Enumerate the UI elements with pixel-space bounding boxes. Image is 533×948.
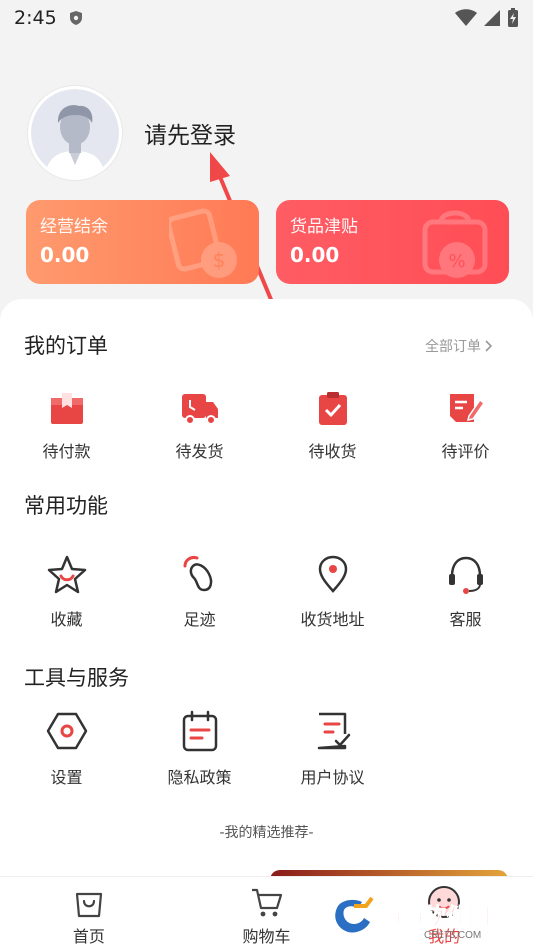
order-pending-receipt[interactable]: 待收货 — [266, 390, 399, 462]
function-label: 收藏 — [50, 610, 83, 629]
location-pin-icon — [318, 555, 347, 593]
balance-cards: 经营结余 0.00 $ 货品津贴 0.00 % — [26, 200, 509, 284]
tab-label: 购物车 — [242, 927, 291, 946]
chevron-right-icon — [485, 340, 493, 352]
shield-icon — [69, 11, 82, 25]
signal-icon — [484, 10, 500, 26]
shipping-address-item[interactable]: 收货地址 — [266, 554, 399, 630]
operating-balance-card[interactable]: 经营结余 0.00 $ — [26, 200, 259, 284]
calendar-doc-icon — [182, 710, 217, 752]
privacy-policy-item[interactable]: 隐私政策 — [133, 710, 266, 788]
order-pending-shipment[interactable]: 待发货 — [133, 390, 266, 462]
function-label: 收货地址 — [300, 610, 365, 629]
order-label: 待收货 — [308, 442, 357, 461]
status-bar: 2:45 — [0, 0, 533, 36]
svg-text:%: % — [448, 251, 465, 272]
star-icon — [47, 555, 86, 594]
avatar[interactable] — [28, 86, 122, 180]
battery-icon — [508, 8, 518, 27]
footprint-icon — [183, 556, 212, 592]
footprint-item[interactable]: 足迹 — [133, 554, 266, 630]
tab-cart[interactable]: 购物车 — [178, 877, 356, 948]
favorites-item[interactable]: 收藏 — [0, 554, 133, 630]
tab-home[interactable]: 首页 — [0, 877, 178, 948]
shopping-bag-icon — [75, 892, 102, 918]
login-prompt[interactable]: 请先登录 — [144, 116, 236, 150]
shopping-bag-percent-icon: % — [422, 210, 488, 278]
wifi-icon — [455, 9, 477, 26]
recommend-divider: -我的精选推荐- — [219, 825, 314, 841]
all-orders-label: 全部订单 — [425, 339, 481, 355]
all-orders-link[interactable]: 全部订单 — [425, 336, 493, 356]
review-pen-icon — [449, 394, 485, 422]
tools-services-grid: 设置 隐私政策 用户协议 — [0, 710, 533, 788]
site-watermark: 西西软件园 CR173.COM — [335, 896, 490, 941]
common-functions-title: 常用功能 — [24, 494, 108, 518]
order-label: 待付款 — [42, 442, 91, 461]
default-avatar-icon — [31, 89, 119, 177]
tools-services-title: 工具与服务 — [24, 666, 129, 690]
tab-label: 首页 — [72, 927, 105, 946]
clipboard-check-icon — [318, 392, 347, 425]
cart-icon — [251, 888, 282, 917]
svg-text:$: $ — [213, 248, 226, 272]
common-functions-grid: 收藏 足迹 收货地址 客服 — [0, 554, 533, 630]
watermark-brand: 西西软件园 — [380, 904, 490, 929]
function-label: 客服 — [449, 610, 482, 629]
function-label: 足迹 — [183, 610, 216, 629]
order-pending-payment[interactable]: 待付款 — [0, 390, 133, 462]
bill-dollar-icon: $ — [169, 208, 237, 278]
goods-subsidy-card[interactable]: 货品津贴 0.00 % — [276, 200, 509, 284]
status-time: 2:45 — [14, 7, 57, 29]
delivery-truck-icon — [181, 394, 218, 425]
customer-service-item[interactable]: 客服 — [399, 554, 532, 630]
order-label: 待发货 — [175, 442, 224, 461]
watermark-url: CR173.COM — [424, 930, 481, 941]
settings-item[interactable]: 设置 — [0, 710, 133, 788]
tool-label: 用户协议 — [300, 768, 365, 787]
order-label: 待评价 — [441, 442, 490, 461]
orders-grid: 待付款 待发货 待收货 待评价 — [0, 390, 533, 462]
order-pending-review[interactable]: 待评价 — [399, 390, 532, 462]
orders-title: 我的订单 — [24, 334, 108, 358]
tool-label: 隐私政策 — [167, 768, 232, 787]
settings-hexagon-icon — [46, 712, 87, 750]
user-agreement-item[interactable]: 用户协议 — [266, 710, 399, 788]
tool-label: 设置 — [50, 768, 83, 787]
profile-header[interactable]: 请先登录 — [28, 86, 236, 180]
payment-pending-icon — [50, 393, 83, 424]
headset-icon — [448, 556, 483, 594]
agreement-doc-icon — [317, 712, 350, 750]
